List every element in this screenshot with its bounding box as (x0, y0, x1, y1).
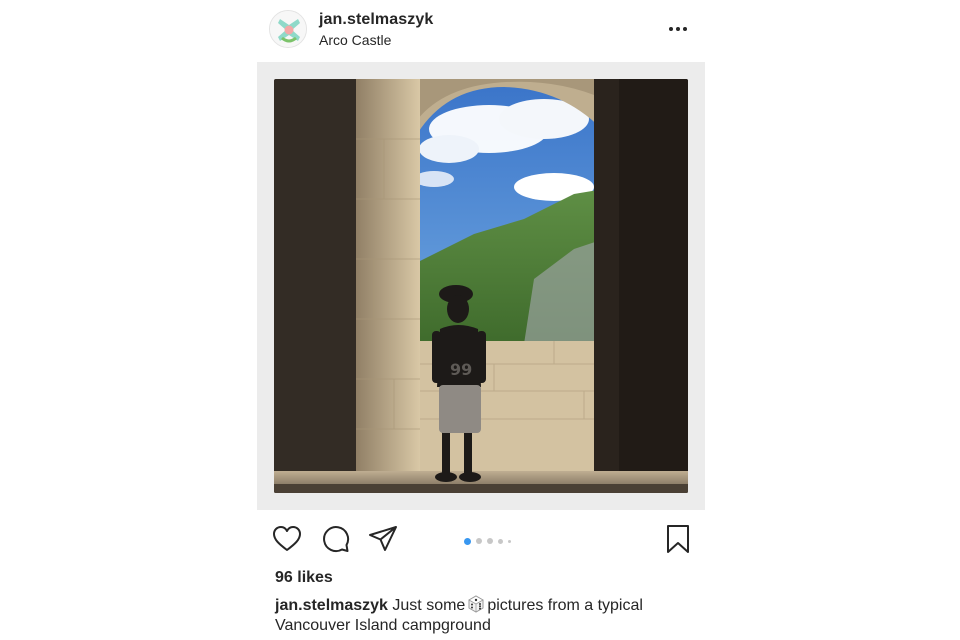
more-dot (683, 27, 687, 31)
avatar-logo-icon (270, 11, 306, 47)
heart-icon (273, 526, 301, 551)
instagram-post: jan.stelmaszyk Arco Castle 99 96 likes j… (257, 0, 705, 640)
carousel-dot (464, 537, 471, 545)
svg-text:99: 99 (450, 360, 472, 379)
header-username[interactable]: jan.stelmaszyk (319, 11, 433, 29)
game-die-icon (467, 595, 485, 613)
share-button[interactable] (368, 524, 398, 554)
carousel-dot (476, 538, 482, 544)
comment-icon (323, 526, 350, 553)
post-caption: jan.stelmaszyk Just some pictures from a… (275, 595, 700, 636)
carousel-dot (508, 539, 511, 543)
more-dot (676, 27, 680, 31)
user-avatar[interactable] (269, 10, 307, 48)
action-bar (257, 518, 705, 560)
more-horizontal-icon (669, 27, 673, 31)
caption-text-before: Just some (392, 597, 466, 614)
more-options-button[interactable] (662, 18, 694, 40)
header-location[interactable]: Arco Castle (319, 32, 391, 48)
paper-plane-icon (369, 526, 397, 551)
like-button[interactable] (272, 524, 302, 554)
comment-button[interactable] (320, 524, 350, 554)
carousel-dot (487, 538, 493, 544)
post-photo[interactable]: 99 (274, 79, 688, 493)
carousel-indicator (464, 537, 516, 545)
post-header: jan.stelmaszyk Arco Castle (257, 0, 705, 62)
photo-frame: 99 (257, 62, 705, 510)
bookmark-icon (667, 525, 689, 553)
caption-username[interactable]: jan.stelmaszyk (275, 597, 388, 614)
carousel-dot (498, 538, 503, 544)
likes-count[interactable]: 96 likes (275, 569, 333, 587)
photo-illustration: 99 (274, 79, 688, 493)
save-button[interactable] (663, 524, 693, 554)
